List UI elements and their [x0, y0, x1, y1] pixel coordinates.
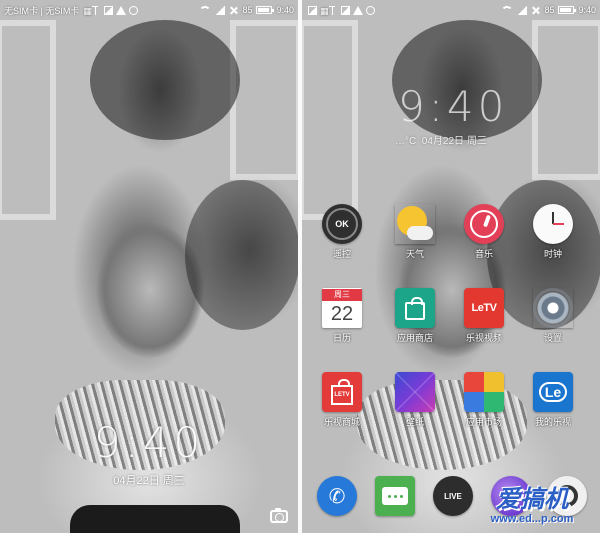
lock-date: 04月22日 周三: [113, 475, 185, 487]
image-notification-icon: [308, 5, 317, 15]
lock-clock: 9:40: [93, 418, 205, 467]
grid-icon: ▦: [83, 5, 92, 16]
messages-icon: [375, 476, 415, 516]
clock-widget-day: 04月22日 周三: [421, 136, 487, 147]
app-settings[interactable]: 设置: [522, 288, 584, 344]
letv-video-icon: LeTV: [464, 288, 504, 328]
signal-icon: [215, 5, 226, 15]
app-calendar[interactable]: 周三 22 日历: [311, 288, 373, 344]
app-label: 音乐: [474, 249, 493, 259]
wifi-icon: [199, 6, 212, 18]
signal-icon: [517, 5, 528, 15]
no-sim-icon: [229, 6, 238, 15]
phone-icon: ✆: [317, 476, 357, 516]
site-watermark: 爱搞机 www.ed...p.com: [466, 485, 598, 531]
app-wallpaper[interactable]: 壁纸: [384, 372, 446, 428]
background-window-frame: [532, 20, 600, 180]
wallpaper-icon: [395, 372, 435, 412]
app-music[interactable]: 音乐: [453, 204, 515, 260]
app-label: 日历: [332, 333, 351, 343]
app-clock[interactable]: 时钟: [522, 204, 584, 260]
app-letv-video[interactable]: LeTV 乐视视频: [453, 288, 515, 344]
app-my-letv[interactable]: Le 我的乐视: [522, 372, 584, 428]
warning-icon: [116, 5, 127, 15]
app-store-icon: [395, 288, 435, 328]
clock-widget-time[interactable]: 9:40: [398, 82, 508, 131]
watermark-text: 爱搞机: [496, 485, 568, 513]
weather-icon: [395, 204, 435, 244]
battery-percent: 85: [242, 5, 253, 15]
calendar-icon: 周三 22: [322, 288, 362, 328]
status-bar: ▦ 85 9:40: [302, 0, 600, 20]
notification-circle-icon: [366, 5, 375, 15]
lock-screen[interactable]: 无SIM卡 | 无SIM卡 ▦ 85 9:40 9:40 04月22日 周三: [0, 0, 298, 533]
background-window-frame: [302, 20, 358, 220]
app-label: 时钟: [543, 249, 562, 259]
clock-widget-date: …°C 04月22日 周三: [395, 132, 487, 147]
wallpaper-hat: [90, 20, 240, 140]
music-icon: [464, 204, 504, 244]
background-window-frame: [230, 20, 298, 180]
warning-icon: [353, 5, 363, 15]
my-letv-cloud-icon: Le: [533, 372, 573, 412]
app-store[interactable]: 应用商店: [384, 288, 446, 344]
dock-phone[interactable]: ✆: [306, 476, 368, 516]
no-sim-icon: [531, 6, 540, 15]
app-market[interactable]: 应用市场: [453, 372, 515, 428]
app-label: 应用市场: [465, 417, 502, 427]
app-letv-shop[interactable]: LETV 乐视商城: [311, 372, 373, 428]
usb-icon: [92, 5, 101, 15]
status-time: 9:40: [578, 5, 596, 15]
app-label: 设置: [543, 333, 562, 343]
app-label: 应用商店: [396, 333, 433, 343]
notification-circle-icon: [129, 5, 139, 15]
status-time: 9:40: [276, 5, 294, 15]
app-label: 乐视商城: [323, 417, 360, 427]
app-market-icon: [464, 372, 504, 412]
background-window-frame: [0, 20, 56, 220]
battery-percent: 85: [544, 5, 555, 15]
image-notification-icon: [104, 5, 114, 15]
usb-icon: [329, 5, 338, 15]
carrier-text: 无SIM卡 | 无SIM卡: [4, 5, 80, 16]
app-remote[interactable]: OK 遥控: [311, 204, 373, 260]
app-label: 壁纸: [405, 417, 424, 427]
wallpaper-bow: [185, 180, 298, 330]
app-label: 我的乐视: [534, 417, 571, 427]
camera-shortcut-icon[interactable]: [270, 508, 288, 523]
image-notification-icon: [341, 5, 350, 15]
wallpaper-shirt: [70, 505, 240, 533]
watermark-url: www.ed...p.com: [490, 513, 574, 525]
dock-messages[interactable]: [364, 476, 426, 516]
letv-shop-icon: LETV: [322, 372, 362, 412]
app-label: 天气: [405, 249, 424, 259]
wifi-icon: [501, 6, 514, 18]
home-screen: ▦ 85 9:40 9:40 …°C 04月22日 周三 OK 遥控 天气 音乐: [302, 0, 600, 533]
remote-icon: OK: [322, 204, 362, 244]
battery-icon: [558, 6, 577, 14]
clock-icon: [533, 204, 573, 244]
settings-gear-icon: [533, 288, 573, 328]
grid-icon: ▦: [320, 5, 329, 16]
app-label: 遥控: [332, 249, 351, 259]
app-weather[interactable]: 天气: [384, 204, 446, 260]
battery-icon: [256, 6, 275, 14]
app-label: 乐视视频: [465, 333, 502, 343]
status-bar: 无SIM卡 | 无SIM卡 ▦ 85 9:40: [0, 0, 298, 20]
clock-widget-temp: …°C: [395, 136, 417, 147]
